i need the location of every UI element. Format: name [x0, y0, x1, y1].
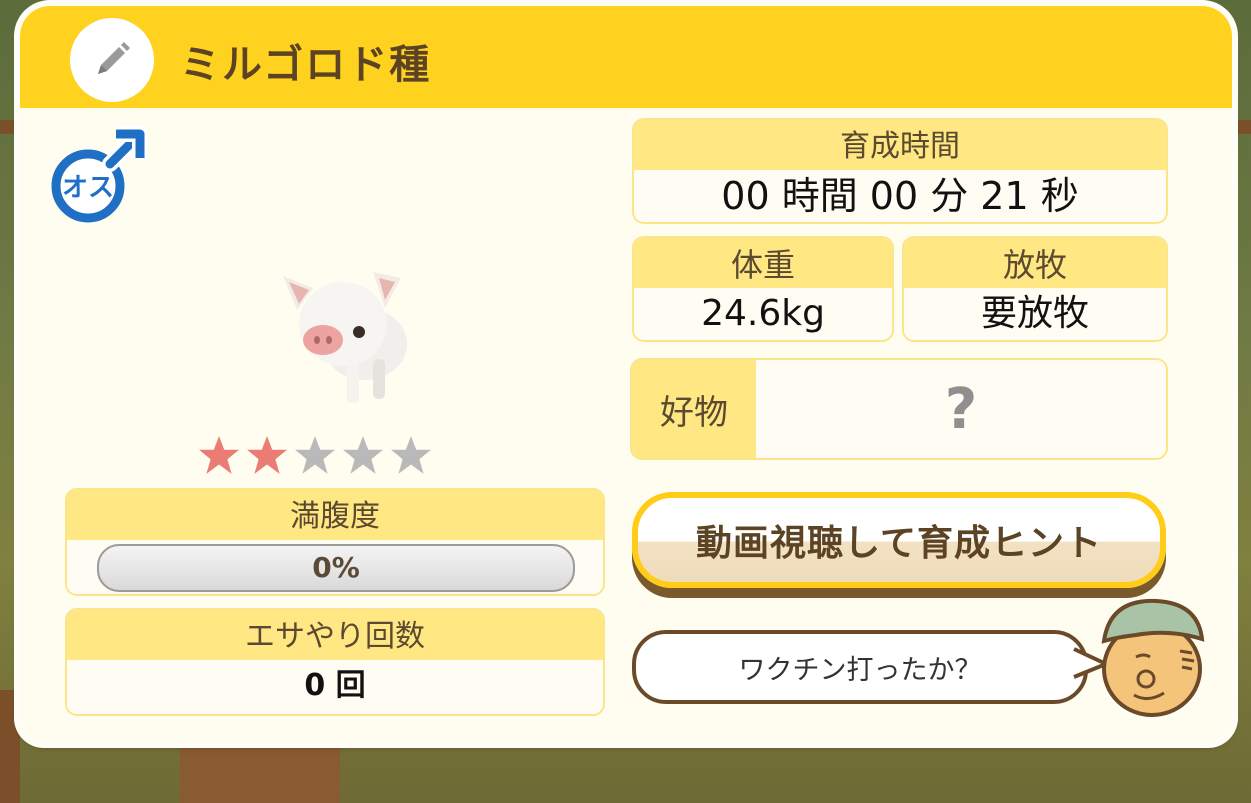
bg-fence-bottom [180, 748, 340, 803]
fullness-box: 満腹度 0% [65, 488, 605, 596]
weight-box: 体重 24.6kg [632, 236, 894, 342]
feed-count-label: エサやり回数 [67, 610, 603, 660]
star-icon [343, 436, 383, 474]
animal-info-panel: ミルゴロド種 オス 満腹度 0% エサやり回数 0 回 育成時間 00 時間 0… [20, 6, 1232, 742]
favorite-food-label: 好物 [632, 360, 756, 458]
star-icon [295, 436, 335, 474]
piglet-image[interactable] [265, 264, 425, 414]
feed-count-value: 0 回 [304, 668, 366, 703]
bg-fence-post-bottom [0, 690, 20, 803]
fullness-value: 0% [312, 551, 360, 584]
star-icon [391, 436, 431, 474]
star-rating [198, 434, 432, 476]
growth-time-value: 00 時間 00 分 21 秒 [721, 174, 1079, 218]
grazing-value: 要放牧 [980, 293, 1089, 334]
weight-label: 体重 [634, 238, 892, 288]
sex-label: オス [62, 173, 114, 203]
growth-time-label: 育成時間 [634, 120, 1166, 170]
farmer-speech-text: ワクチン打ったか？ [738, 654, 982, 686]
star-icon [199, 436, 239, 474]
male-symbol-icon: オス [51, 126, 148, 223]
pencil-icon [98, 42, 130, 74]
fullness-bar: 0% [97, 544, 575, 592]
grazing-label: 放牧 [904, 238, 1166, 288]
breed-title: ミルゴロド種 [180, 42, 432, 88]
favorite-food-box: 好物 ? [630, 358, 1168, 460]
fullness-label: 満腹度 [67, 490, 603, 540]
growth-time-box: 育成時間 00 時間 00 分 21 秒 [632, 118, 1168, 224]
weight-value: 24.6kg [701, 293, 825, 334]
star-icon [247, 436, 287, 474]
favorite-food-value: ? [944, 376, 978, 442]
grazing-box: 放牧 要放牧 [902, 236, 1168, 342]
watch-video-hint-button[interactable]: 動画視聴して育成ヒント [632, 492, 1166, 588]
farmer-speech-bubble: ワクチン打ったか？ [632, 630, 1088, 704]
feed-count-box: エサやり回数 0 回 [65, 608, 605, 716]
farmer-face-icon[interactable] [1090, 591, 1210, 721]
panel-header: ミルゴロド種 [20, 6, 1232, 108]
rename-button[interactable] [70, 18, 154, 102]
